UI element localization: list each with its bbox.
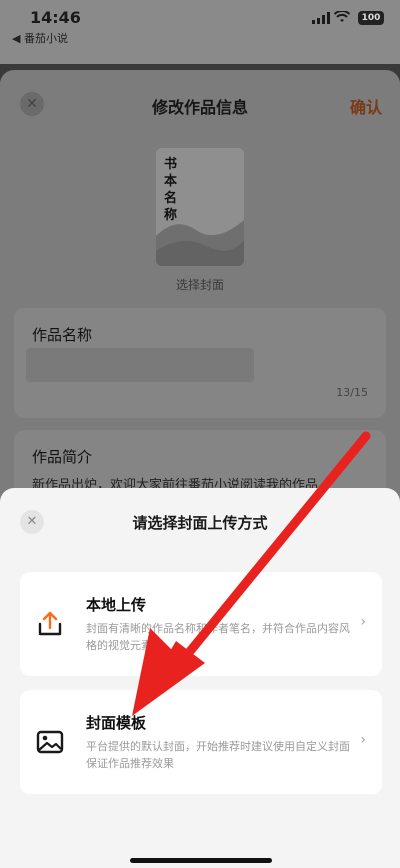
status-bar: 14:46 ◀ 番茄小说 100: [0, 0, 400, 64]
work-name-input[interactable]: [26, 348, 254, 382]
work-name-counter: 13/15: [336, 386, 368, 399]
work-name-card: 作品名称 13/15: [14, 308, 386, 418]
local-upload-option[interactable]: 本地上传 封面有清晰的作品名称和作者笔名，并符合作品内容风格的视觉元素 ›: [20, 572, 382, 676]
status-time: 14:46: [30, 8, 81, 27]
battery-indicator: 100: [358, 11, 384, 25]
cover-template-option[interactable]: 封面模板 平台提供的默认封面，开始推荐时建议使用自定义封面保证作品推荐效果 ›: [20, 690, 382, 794]
mountain-illustration: [156, 220, 244, 266]
option-title: 封面模板: [86, 714, 147, 732]
option-title: 本地上传: [86, 596, 147, 614]
chevron-right-icon: ›: [360, 614, 366, 630]
cellular-signal-icon: [312, 12, 330, 24]
cover-preview[interactable]: 书本名称: [156, 148, 244, 266]
wifi-icon: [334, 11, 350, 22]
home-indicator[interactable]: [130, 858, 272, 863]
work-name-label: 作品名称: [32, 326, 93, 344]
upload-method-title: 请选择封面上传方式: [132, 514, 268, 532]
chevron-right-icon: ›: [360, 732, 366, 748]
upload-icon: [38, 611, 62, 636]
work-intro-label: 作品简介: [32, 448, 93, 466]
confirm-button[interactable]: 确认: [350, 94, 382, 118]
upload-method-sheet: ✕ 请选择封面上传方式 本地上传 封面有清晰的作品名称和作者笔名，并符合作品内容…: [0, 488, 400, 868]
back-to-app-link[interactable]: ◀ 番茄小说: [12, 30, 68, 46]
image-icon: [36, 730, 64, 754]
option-description: 平台提供的默认封面，开始推荐时建议使用自定义封面保证作品推荐效果: [86, 740, 350, 770]
select-cover-label[interactable]: 选择封面: [0, 276, 400, 293]
sheet-title: 修改作品信息: [151, 98, 248, 117]
option-description: 封面有清晰的作品名称和作者笔名，并符合作品内容风格的视觉元素: [86, 622, 350, 652]
